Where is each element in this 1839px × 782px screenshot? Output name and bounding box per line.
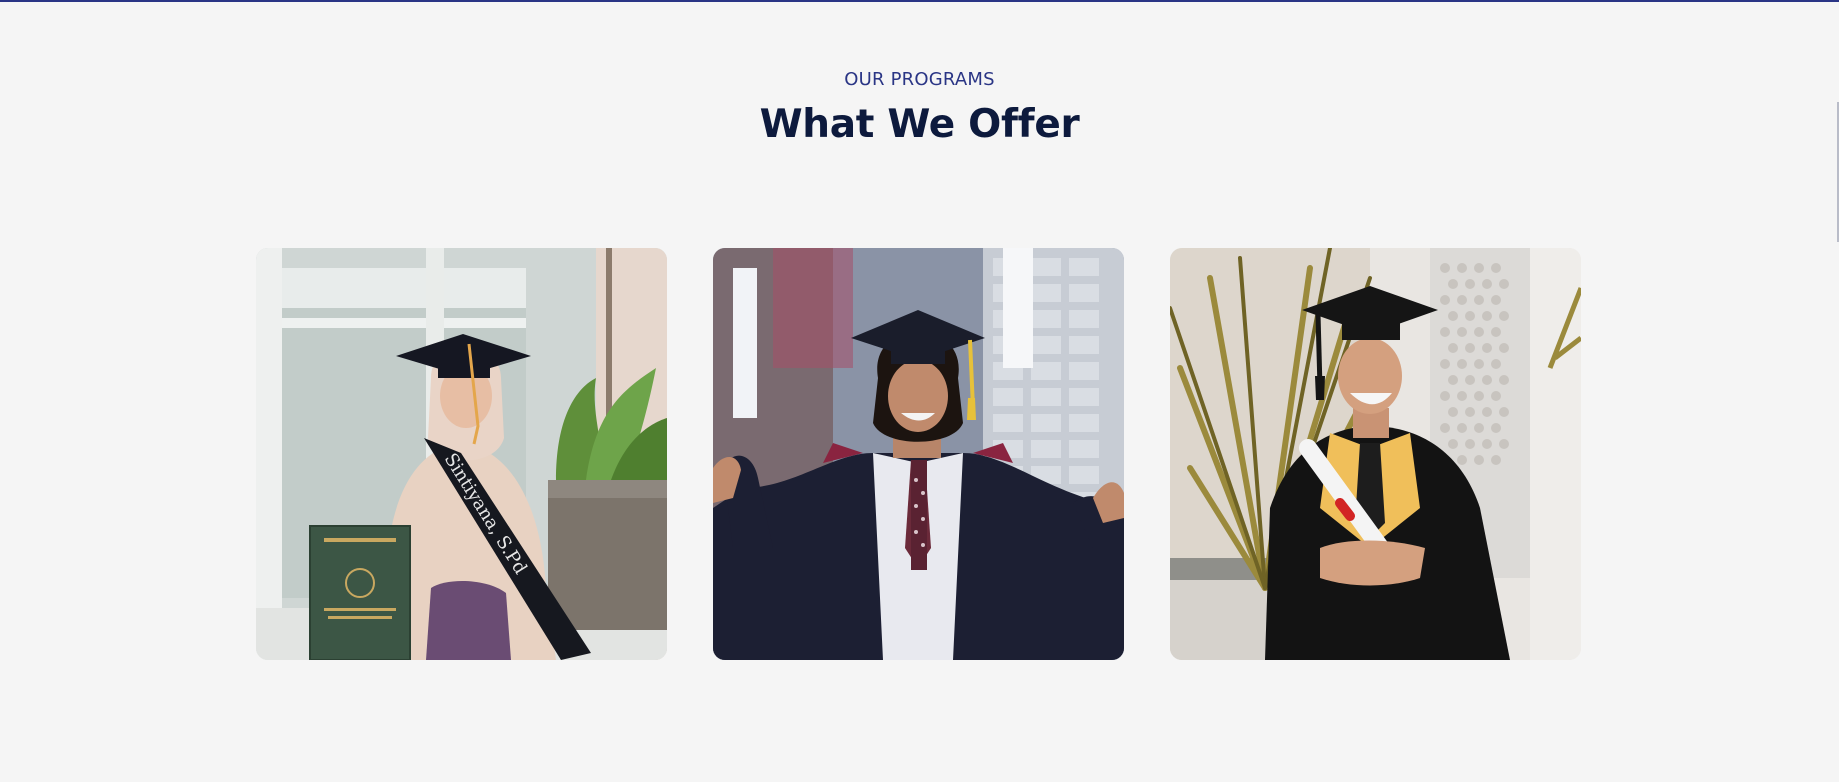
section-eyebrow: OUR PROGRAMS xyxy=(844,69,995,90)
program-cards: Sintiyana, S.Pd xyxy=(256,248,1581,660)
graduate-man-cheering-photo xyxy=(713,248,1124,660)
program-card-2[interactable] xyxy=(713,248,1124,660)
graduate-woman-photo: Sintiyana, S.Pd xyxy=(256,248,667,660)
top-border xyxy=(0,0,1839,2)
graduate-man-diploma-photo xyxy=(1170,248,1581,660)
programs-section-header: OUR PROGRAMS What We Offer xyxy=(0,68,1839,150)
program-card-3[interactable] xyxy=(1170,248,1581,660)
program-card-1[interactable]: Sintiyana, S.Pd xyxy=(256,248,667,660)
section-title: What We Offer xyxy=(759,102,1080,147)
